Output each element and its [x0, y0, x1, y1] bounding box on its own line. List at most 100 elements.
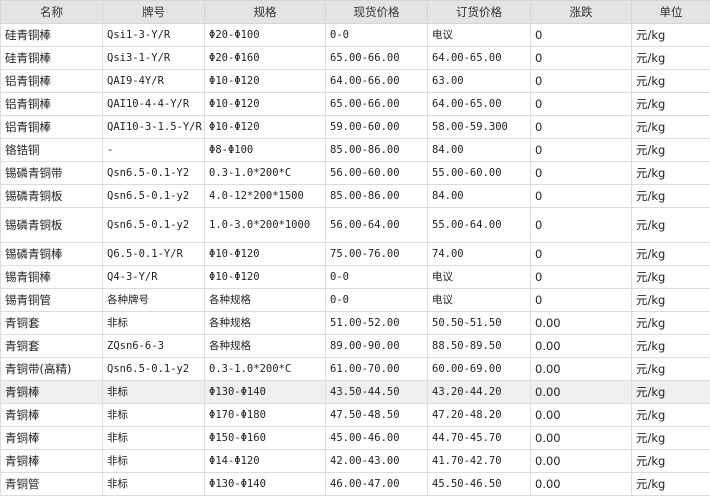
price-table: 名称 牌号 规格 现货价格 订货价格 涨跌 单位 硅青铜棒 Qsi1-3-Y/R Φ…	[0, 0, 710, 496]
grade-cell: Qsi1-3-Y/R	[102, 23, 205, 47]
name-cell: 锡磷青铜棒	[0, 242, 103, 266]
table-row: 硅青铜棒 Qsi1-3-Y/R Φ20-Φ100 0-0 电议 0 元/kg	[0, 23, 710, 47]
order-price-cell: 电议	[427, 265, 531, 289]
spec-cell: Φ10-Φ120	[204, 69, 326, 93]
order-price-cell: 41.70-42.70	[427, 449, 531, 473]
unit-cell: 元/kg	[631, 92, 710, 116]
change-cell: 0.00	[530, 311, 632, 335]
order-price-cell: 64.00-65.00	[427, 46, 531, 70]
grade-cell: Qsn6.5-0.1-y2	[102, 357, 205, 381]
grade-cell: 非标	[102, 380, 205, 404]
name-cell: 青铜棒	[0, 426, 103, 450]
spec-cell: 4.0-12*200*1500	[204, 184, 326, 208]
order-price-cell: 84.00	[427, 138, 531, 162]
spot-price-cell: 56.00-60.00	[325, 161, 428, 185]
unit-cell: 元/kg	[631, 311, 710, 335]
table-row: 青铜棒 非标 Φ150-Φ160 45.00-46.00 44.70-45.70 0.00…	[0, 426, 710, 450]
header-grade: 牌号	[102, 0, 205, 24]
spec-cell: Φ10-Φ120	[204, 242, 326, 266]
order-price-cell: 88.50-89.50	[427, 334, 531, 358]
change-cell: 0	[530, 161, 632, 185]
table-row: 锡磷青铜板 Qsn6.5-0.1-y2 4.0-12*200*1500 85.00-8…	[0, 184, 710, 208]
change-cell: 0	[530, 46, 632, 70]
header-change: 涨跌	[530, 0, 632, 24]
spot-price-cell: 45.00-46.00	[325, 426, 428, 450]
spot-price-cell: 0-0	[325, 265, 428, 289]
grade-cell: Qsn6.5-0.1-Y2	[102, 161, 205, 185]
change-cell: 0.00	[530, 357, 632, 381]
spot-price-cell: 47.50-48.50	[325, 403, 428, 427]
table-row: 铬锆铜 - Φ8-Φ100 85.00-86.00 84.00 0 元/kg	[0, 138, 710, 162]
grade-cell: 非标	[102, 472, 205, 496]
header-unit: 单位	[631, 0, 710, 24]
unit-cell: 元/kg	[631, 403, 710, 427]
unit-cell: 元/kg	[631, 207, 710, 243]
spec-cell: 0.3-1.0*200*C	[204, 357, 326, 381]
table-row: 锡磷青铜棒 Q6.5-0.1-Y/R Φ10-Φ120 75.00-76.00 74.0…	[0, 242, 710, 266]
change-cell: 0	[530, 288, 632, 312]
spec-cell: Φ20-Φ100	[204, 23, 326, 47]
spot-price-cell: 51.00-52.00	[325, 311, 428, 335]
change-cell: 0	[530, 242, 632, 266]
order-price-cell: 45.50-46.50	[427, 472, 531, 496]
spot-price-cell: 56.00-64.00	[325, 207, 428, 243]
change-cell: 0.00	[530, 403, 632, 427]
spot-price-cell: 59.00-60.00	[325, 115, 428, 139]
name-cell: 青铜棒	[0, 403, 103, 427]
unit-cell: 元/kg	[631, 46, 710, 70]
unit-cell: 元/kg	[631, 242, 710, 266]
table-row: 青铜棒 非标 Φ14-Φ120 42.00-43.00 41.70-42.70 0.00 元…	[0, 449, 710, 473]
order-price-cell: 64.00-65.00	[427, 92, 531, 116]
change-cell: 0	[530, 138, 632, 162]
unit-cell: 元/kg	[631, 161, 710, 185]
change-cell: 0.00	[530, 449, 632, 473]
table-row: 铝青铜棒 QAI10-4-4-Y/R Φ10-Φ120 65.00-66.00 64.0…	[0, 92, 710, 116]
order-price-cell: 50.50-51.50	[427, 311, 531, 335]
name-cell: 锡青铜棒	[0, 265, 103, 289]
grade-cell: Qsi3-1-Y/R	[102, 46, 205, 70]
spot-price-cell: 43.50-44.50	[325, 380, 428, 404]
unit-cell: 元/kg	[631, 380, 710, 404]
grade-cell: 非标	[102, 311, 205, 335]
table-row: 铝青铜棒 QAI10-3-1.5-Y/R Φ10-Φ120 59.00-60.00 58…	[0, 115, 710, 139]
grade-cell: 非标	[102, 426, 205, 450]
table-row: 铝青铜棒 QAI9-4Y/R Φ10-Φ120 64.00-66.00 63.00 0 元/…	[0, 69, 710, 93]
spot-price-cell: 75.00-76.00	[325, 242, 428, 266]
unit-cell: 元/kg	[631, 184, 710, 208]
unit-cell: 元/kg	[631, 288, 710, 312]
order-price-cell: 44.70-45.70	[427, 426, 531, 450]
spot-price-cell: 65.00-66.00	[325, 92, 428, 116]
name-cell: 锡磷青铜板	[0, 207, 103, 243]
grade-cell: QAI9-4Y/R	[102, 69, 205, 93]
grade-cell: Q6.5-0.1-Y/R	[102, 242, 205, 266]
grade-cell: QAI10-3-1.5-Y/R	[102, 115, 205, 139]
spec-cell: Φ150-Φ160	[204, 426, 326, 450]
name-cell: 铝青铜棒	[0, 92, 103, 116]
grade-cell: 非标	[102, 403, 205, 427]
unit-cell: 元/kg	[631, 426, 710, 450]
grade-cell: -	[102, 138, 205, 162]
spot-price-cell: 85.00-86.00	[325, 184, 428, 208]
spot-price-cell: 64.00-66.00	[325, 69, 428, 93]
spec-cell: 1.0-3.0*200*1000	[204, 207, 326, 243]
header-row: 名称 牌号 规格 现货价格 订货价格 涨跌 单位	[0, 0, 710, 24]
unit-cell: 元/kg	[631, 472, 710, 496]
header-spot-price: 现货价格	[325, 0, 428, 24]
unit-cell: 元/kg	[631, 115, 710, 139]
spot-price-cell: 46.00-47.00	[325, 472, 428, 496]
spec-cell: Φ10-Φ120	[204, 265, 326, 289]
spec-cell: 0.3-1.0*200*C	[204, 161, 326, 185]
spec-cell: 各种规格	[204, 288, 326, 312]
spot-price-cell: 89.00-90.00	[325, 334, 428, 358]
grade-cell: 各种牌号	[102, 288, 205, 312]
spot-price-cell: 42.00-43.00	[325, 449, 428, 473]
grade-cell: Qsn6.5-0.1-y2	[102, 207, 205, 243]
name-cell: 锡磷青铜板	[0, 184, 103, 208]
unit-cell: 元/kg	[631, 334, 710, 358]
spec-cell: Φ130-Φ140	[204, 472, 326, 496]
change-cell: 0	[530, 207, 632, 243]
order-price-cell: 电议	[427, 288, 531, 312]
order-price-cell: 电议	[427, 23, 531, 47]
spec-cell: Φ130-Φ140	[204, 380, 326, 404]
change-cell: 0.00	[530, 426, 632, 450]
